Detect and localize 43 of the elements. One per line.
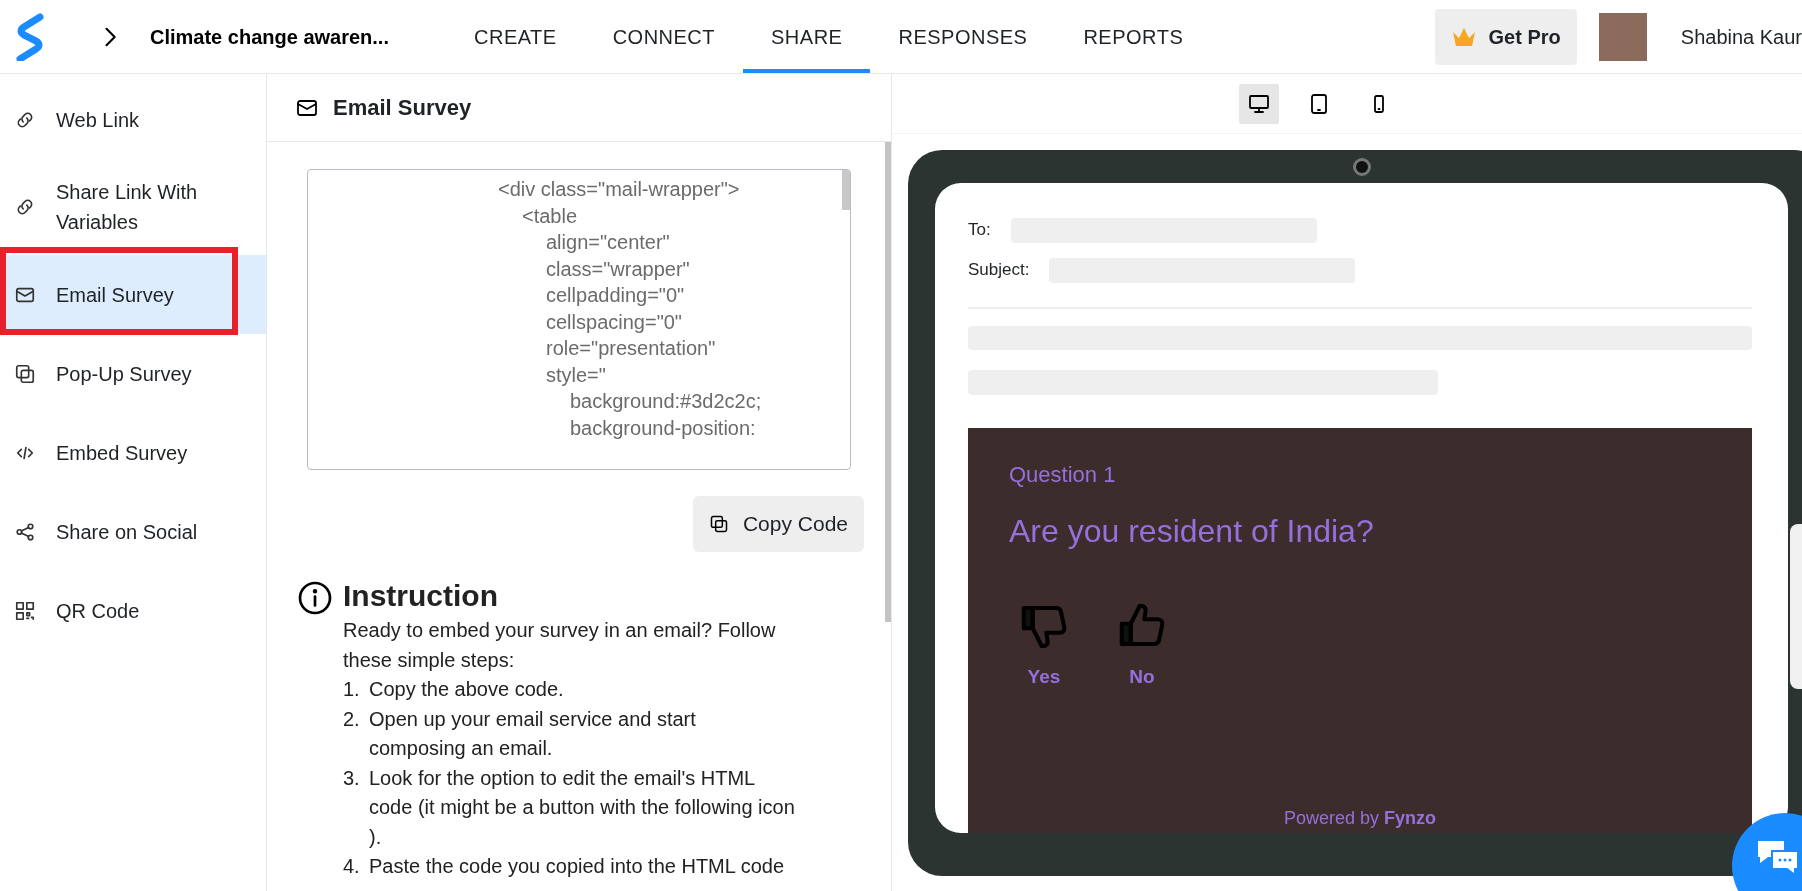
nav-tab[interactable]: SHARE [743, 0, 871, 73]
step-number: 4. [343, 854, 361, 879]
nav-tab[interactable]: REPORTS [1055, 0, 1212, 73]
qr-code-icon [14, 599, 36, 622]
share-icon [14, 520, 36, 543]
step-text: Open up your email service and start composing an email. [369, 706, 697, 761]
sidebar-item[interactable]: Embed Survey [0, 413, 266, 492]
subject-label: Subject: [968, 259, 1030, 282]
step-text: Copy the above code. [369, 677, 564, 702]
sidebar-item[interactable]: Web Link [0, 80, 266, 159]
code-field[interactable]: <div class="mail-wrapper"> <table align="center" class="wrapper" cellpadding="0" cellspacing="0" role="presentation" style=" background:#3d2c2c; background-position: [307, 169, 851, 470]
nav-tab[interactable]: RESPONSES [870, 0, 1056, 73]
sidebar-item[interactable]: Pop-Up Survey [0, 334, 266, 413]
get-pro-button[interactable]: Get Pro [1434, 8, 1577, 65]
step-number: 1. [343, 677, 361, 702]
step-number: 3. [343, 765, 361, 791]
powered-by-text: Powered by Fynzo [1283, 808, 1437, 828]
info-icon [297, 580, 333, 616]
option-label[interactable]: Yes [1027, 663, 1061, 692]
avatar-photo-placeholder[interactable] [1598, 12, 1647, 61]
logo-icon[interactable] [16, 12, 44, 61]
nav-tab[interactable]: CREATE [446, 0, 585, 73]
windows-icon [14, 362, 36, 385]
sidebar-item[interactable]: QR Code [0, 571, 266, 650]
step-text: Look for the option to edit the email's HTML code (it might be a button with the following icon ). [369, 765, 796, 850]
survey-title[interactable]: Climate change awaren... [150, 21, 420, 52]
user-name[interactable]: Shabina Kaur [1680, 21, 1802, 52]
copy-code-button[interactable]: Copy Code [692, 496, 864, 552]
panel-title: Email Survey [333, 94, 472, 122]
option-label[interactable]: No [1129, 663, 1155, 692]
sidebar-item[interactable]: Share on Social [0, 492, 266, 571]
nav-tab[interactable]: CONNECT [584, 0, 744, 73]
instruction-text: Ready to embed your survey in an email? Follow these simple steps: [343, 618, 777, 673]
device-toggle[interactable] [1239, 83, 1279, 124]
instruction-heading: Instruction [343, 578, 499, 614]
copy-icon [708, 514, 729, 534]
question-text: Are you resident of India? [1009, 512, 1375, 551]
step-number: 2. [343, 706, 361, 732]
step-text: Paste the code you copied into the HTML code [369, 854, 785, 879]
question-number: Question 1 [1009, 461, 1117, 489]
to-label: To: [968, 219, 991, 242]
scrollbar[interactable] [885, 142, 891, 622]
sidebar-item[interactable]: Share Link With Variables [0, 159, 266, 255]
